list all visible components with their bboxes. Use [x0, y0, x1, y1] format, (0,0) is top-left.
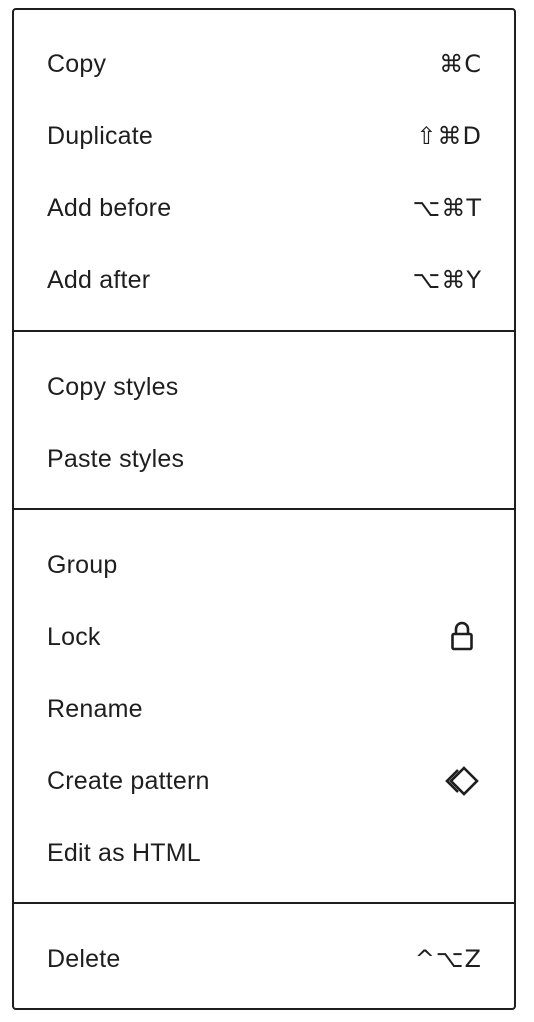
shortcut-text: ⇧⌘D	[416, 122, 482, 150]
shortcut-text: ⌘C	[439, 50, 482, 78]
menu-item-copy[interactable]: Copy ⌘C	[14, 28, 514, 100]
shortcut-text: ⌥⌘Y	[412, 266, 482, 294]
menu-item-add-before[interactable]: Add before ⌥⌘T	[14, 172, 514, 244]
menu-item-label: Rename	[47, 695, 143, 723]
menu-divider	[14, 330, 514, 332]
lock-icon	[442, 617, 482, 657]
menu-item-label: Duplicate	[47, 122, 154, 150]
menu-item-label: Lock	[47, 623, 101, 651]
menu-item-label: Paste styles	[47, 445, 185, 473]
menu-item-label: Add before	[47, 194, 172, 222]
menu-item-label: Delete	[47, 945, 121, 973]
menu-item-paste-styles[interactable]: Paste styles	[14, 423, 514, 495]
menu-item-copy-styles[interactable]: Copy styles	[14, 351, 514, 423]
menu-item-rename[interactable]: Rename	[14, 673, 514, 745]
menu-item-group[interactable]: Group	[14, 529, 514, 601]
shortcut-text: ^⌥Z	[414, 945, 482, 973]
menu-item-label: Group	[47, 551, 118, 579]
menu-item-label: Copy styles	[47, 373, 179, 401]
menu-item-label: Add after	[47, 266, 151, 294]
shortcut-text: ⌥⌘T	[412, 194, 482, 222]
block-options-menu: Copy ⌘C Duplicate ⇧⌘D Add before ⌥⌘T Add…	[12, 8, 516, 1010]
menu-item-duplicate[interactable]: Duplicate ⇧⌘D	[14, 100, 514, 172]
menu-item-label: Copy	[47, 50, 107, 78]
menu-item-edit-as-html[interactable]: Edit as HTML	[14, 817, 514, 889]
pattern-icon	[442, 761, 482, 801]
menu-divider	[14, 902, 514, 904]
menu-item-label: Edit as HTML	[47, 839, 201, 867]
menu-item-create-pattern[interactable]: Create pattern	[14, 745, 514, 817]
menu-item-delete[interactable]: Delete ^⌥Z	[14, 923, 514, 995]
menu-divider	[14, 508, 514, 510]
menu-item-add-after[interactable]: Add after ⌥⌘Y	[14, 244, 514, 316]
menu-item-label: Create pattern	[47, 767, 210, 795]
menu-item-lock[interactable]: Lock	[14, 601, 514, 673]
